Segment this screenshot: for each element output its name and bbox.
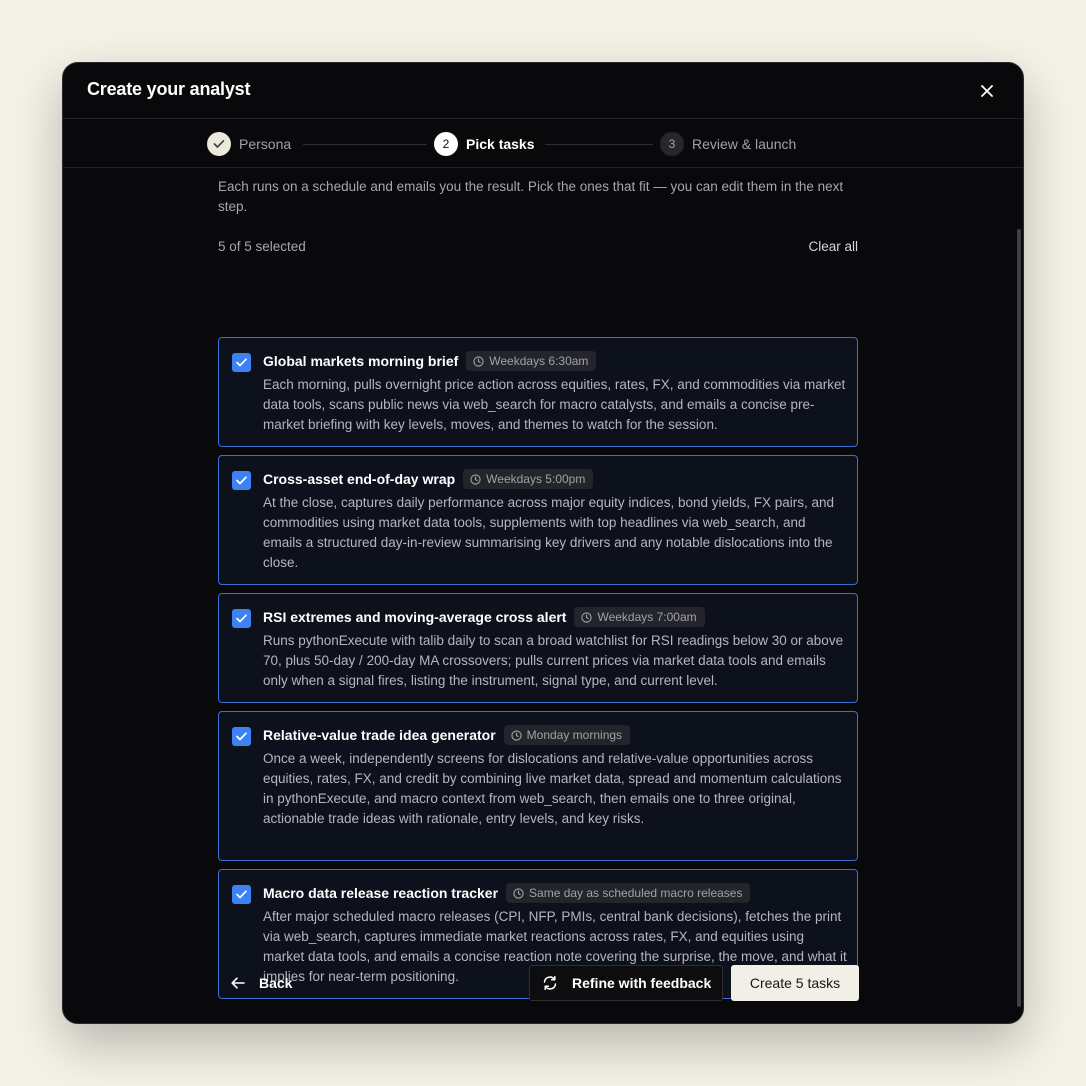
schedule-badge: Same day as scheduled macro releases	[506, 883, 751, 903]
schedule-text: Weekdays 5:00pm	[486, 472, 586, 486]
task-checkbox[interactable]	[232, 885, 251, 904]
schedule-badge: Weekdays 7:00am	[574, 607, 705, 627]
modal-title: Create your analyst	[87, 79, 251, 99]
check-icon	[236, 476, 247, 485]
step-connector	[303, 144, 427, 145]
clock-icon	[581, 611, 593, 623]
task-checkbox[interactable]	[232, 353, 251, 372]
step-number-badge: 3	[660, 132, 684, 156]
task-card[interactable]: Relative-value trade idea generator Mond…	[218, 711, 858, 861]
back-label: Back	[259, 975, 293, 991]
task-checkbox[interactable]	[232, 609, 251, 628]
task-card[interactable]: Cross-asset end-of-day wrap Weekdays 5:0…	[218, 455, 858, 585]
schedule-badge: Weekdays 6:30am	[466, 351, 597, 371]
task-description: Each morning, pulls overnight price acti…	[263, 377, 846, 432]
intro-text: Each runs on a schedule and emails you t…	[218, 179, 844, 214]
close-button[interactable]	[977, 81, 997, 101]
step-number-badge: 2	[434, 132, 458, 156]
modal-header: Create your analyst	[63, 63, 1023, 119]
step-label-review-launch: Review & launch	[692, 136, 797, 152]
task-checkbox[interactable]	[232, 727, 251, 746]
schedule-text: Weekdays 7:00am	[597, 610, 697, 624]
schedule-text: Same day as scheduled macro releases	[529, 886, 743, 900]
task-title: RSI extremes and moving-average cross al…	[263, 609, 567, 625]
clock-icon	[473, 355, 484, 367]
clock-icon	[511, 729, 522, 741]
check-icon	[213, 140, 225, 148]
refine-with-feedback-button[interactable]: Refine with feedback	[529, 965, 723, 1001]
task-description: Once a week, independently screens for d…	[263, 751, 842, 826]
refresh-icon	[543, 975, 557, 991]
task-description: At the close, captures daily performance…	[263, 495, 835, 570]
step-label-pick-tasks: Pick tasks	[466, 136, 535, 152]
step-persona[interactable]: Persona	[207, 132, 291, 156]
task-card[interactable]: RSI extremes and moving-average cross al…	[218, 593, 858, 703]
selected-count: 5 of 5 selected	[218, 239, 306, 254]
create-tasks-button[interactable]: Create 5 tasks	[731, 965, 859, 1001]
stepper: Persona 2 Pick tasks 3 Review & launch	[63, 119, 1023, 168]
schedule-text: Monday mornings	[526, 728, 623, 742]
step-label-persona: Persona	[239, 136, 292, 152]
create-analyst-modal: Create your analyst Persona 2 Pick tasks…	[62, 62, 1024, 1024]
clock-icon	[513, 887, 524, 899]
schedule-badge: Weekdays 5:00pm	[463, 469, 594, 489]
arrow-left-icon	[231, 977, 245, 989]
task-checkbox[interactable]	[232, 471, 251, 490]
task-title: Global markets morning brief	[263, 353, 459, 369]
schedule-text: Weekdays 6:30am	[489, 354, 589, 368]
check-icon	[236, 614, 247, 623]
task-description: Runs pythonExecute with talib daily to s…	[263, 633, 844, 688]
check-icon	[236, 732, 247, 741]
task-title: Relative-value trade idea generator	[263, 727, 496, 743]
clock-icon	[470, 473, 481, 485]
back-button[interactable]: Back	[231, 965, 292, 1001]
schedule-badge: Monday mornings	[503, 725, 631, 745]
task-title: Macro data release reaction tracker	[263, 885, 499, 901]
step-pick-tasks[interactable]: 2 Pick tasks	[434, 132, 535, 156]
check-icon	[236, 358, 247, 367]
modal-footer: Back Refine with feedback Create 5 tasks	[63, 965, 1023, 1001]
step-done-badge	[207, 132, 231, 156]
task-card[interactable]: Global markets morning brief Weekdays 6:…	[218, 337, 858, 447]
task-title: Cross-asset end-of-day wrap	[263, 471, 456, 487]
refine-label: Refine with feedback	[572, 975, 712, 991]
clear-all-button[interactable]: Clear all	[808, 239, 858, 254]
check-icon	[236, 890, 247, 899]
close-icon	[981, 85, 993, 97]
step-connector	[545, 144, 653, 145]
step-review-launch[interactable]: 3 Review & launch	[660, 132, 796, 156]
scrollbar[interactable]	[1017, 229, 1021, 1007]
